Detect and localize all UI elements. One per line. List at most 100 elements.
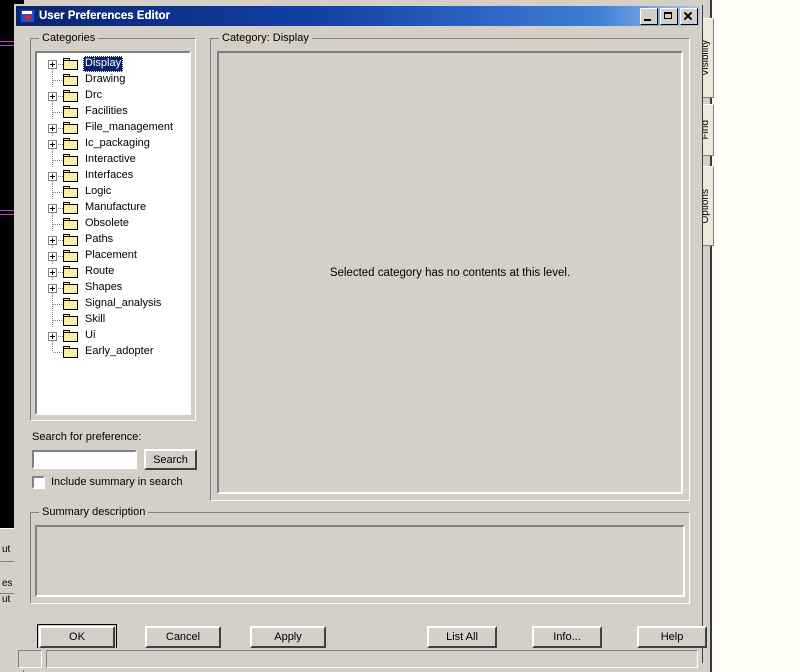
tree-item-drawing[interactable]: Drawing [37,72,189,88]
expand-plus-icon[interactable] [48,172,57,181]
title-bar[interactable]: User Preferences Editor [16,6,700,26]
tree-item-interfaces[interactable]: Interfaces [37,168,189,184]
include-summary-row[interactable]: Include summary in search [32,474,182,490]
tree-item-interactive[interactable]: Interactive [37,152,189,168]
cancel-button[interactable]: Cancel [145,626,221,648]
tree-item-label: Placement [85,249,137,261]
tree-connector-horizontal [53,192,63,193]
tree-item-label: Drawing [85,73,126,85]
apply-button[interactable]: Apply [250,626,326,648]
tree-item-label: Logic [85,185,112,197]
tree-item-shapes[interactable]: Shapes [37,280,189,296]
tree-connector-horizontal [53,160,63,161]
tree-item-route[interactable]: Route [37,264,189,280]
tree-connector-horizontal [53,224,63,225]
help-button[interactable]: Help [637,626,707,648]
expand-plus-icon[interactable] [48,252,57,261]
tree-item-label: Ic_packaging [85,137,150,149]
expand-plus-icon[interactable] [48,204,57,213]
folder-icon [63,282,79,294]
tree-item-label: Interfaces [85,169,134,181]
folder-icon [63,170,79,182]
app-icon [20,9,35,23]
folder-icon [63,154,79,166]
categories-tree-list: Display Drawing Drc Facilities File_manageme… [37,53,189,413]
maximize-button[interactable] [660,7,678,25]
folder-icon [63,298,79,310]
expand-plus-icon[interactable] [48,268,57,277]
tree-item-paths[interactable]: Paths [37,232,189,248]
tree-item-obsolete[interactable]: Obsolete [37,216,189,232]
tree-connector-horizontal [53,304,63,305]
folder-icon [63,314,79,326]
tree-connector-horizontal [53,320,63,321]
tree-item-label: Route [85,265,115,277]
status-cell [46,650,698,668]
tree-item-logic[interactable]: Logic [37,184,189,200]
tree-item-manufacture[interactable]: Manufacture [37,200,189,216]
tree-connector-horizontal [53,80,63,81]
tree-item-label: Drc [85,89,103,101]
tree-item-file_management[interactable]: File_management [37,120,189,136]
tree-item-label: Interactive [85,153,136,165]
close-button[interactable] [680,7,698,25]
tree-item-label: Manufacture [85,201,147,213]
tree-connector-horizontal [53,112,63,113]
status-cell [18,650,42,668]
expand-plus-icon[interactable] [48,60,57,69]
tree-item-label: Obsolete [85,217,130,229]
host-status-strip [14,648,702,670]
tree-item-label: Facilities [85,105,128,117]
folder-icon [63,330,79,342]
tree-item-facilities[interactable]: Facilities [37,104,189,120]
tree-item-label: Early_adopter [85,345,154,357]
folder-icon [63,138,79,150]
minimize-button[interactable] [640,7,658,25]
folder-icon [63,58,79,70]
expand-plus-icon[interactable] [48,140,57,149]
summary-description-text [35,525,685,597]
expand-plus-icon[interactable] [48,124,57,133]
folder-icon [63,90,79,102]
tree-item-ic_packaging[interactable]: Ic_packaging [37,136,189,152]
include-summary-checkbox[interactable] [32,475,45,489]
folder-icon [63,122,79,134]
empty-category-message: Selected category has no contents at thi… [329,266,571,279]
include-summary-label: Include summary in search [51,476,183,488]
expand-plus-icon[interactable] [48,332,57,341]
list-all-button[interactable]: List All [427,626,497,648]
background-menu-fragment: es [2,578,13,589]
tree-item-display[interactable]: Display [37,56,189,72]
category-group-label: Category: Display [219,32,312,44]
folder-icon [63,346,79,358]
categories-tree[interactable]: Display Drawing Drc Facilities File_manageme… [35,51,191,415]
search-input[interactable] [32,450,137,469]
tree-item-label: Paths [85,233,114,245]
tree-connector-horizontal [53,352,63,353]
tree-item-label: Skill [85,313,106,325]
category-contents-pane: Selected category has no contents at thi… [217,51,683,494]
tree-item-early_adopter[interactable]: Early_adopter [37,344,189,360]
tree-item-signal_analysis[interactable]: Signal_analysis [37,296,189,312]
background-menu-fragment: ut [2,594,11,605]
folder-icon [63,74,79,86]
tree-item-ui[interactable]: Ui [37,328,189,344]
background-menu-fragment: ut [2,544,11,555]
tree-item-drc[interactable]: Drc [37,88,189,104]
tree-connector-vertical [52,344,53,352]
tree-item-label: Display [83,56,124,72]
ok-button[interactable]: OK [37,624,117,650]
expand-plus-icon[interactable] [48,92,57,101]
info-button[interactable]: Info... [532,626,602,648]
window-title: User Preferences Editor [39,10,171,22]
expand-plus-icon[interactable] [48,284,57,293]
folder-icon [63,202,79,214]
tree-item-placement[interactable]: Placement [37,248,189,264]
tree-item-skill[interactable]: Skill [37,312,189,328]
search-button[interactable]: Search [144,449,197,470]
tree-item-label: Signal_analysis [85,297,162,309]
folder-icon [63,250,79,262]
expand-plus-icon[interactable] [48,236,57,245]
folder-icon [63,106,79,118]
folder-icon [63,266,79,278]
